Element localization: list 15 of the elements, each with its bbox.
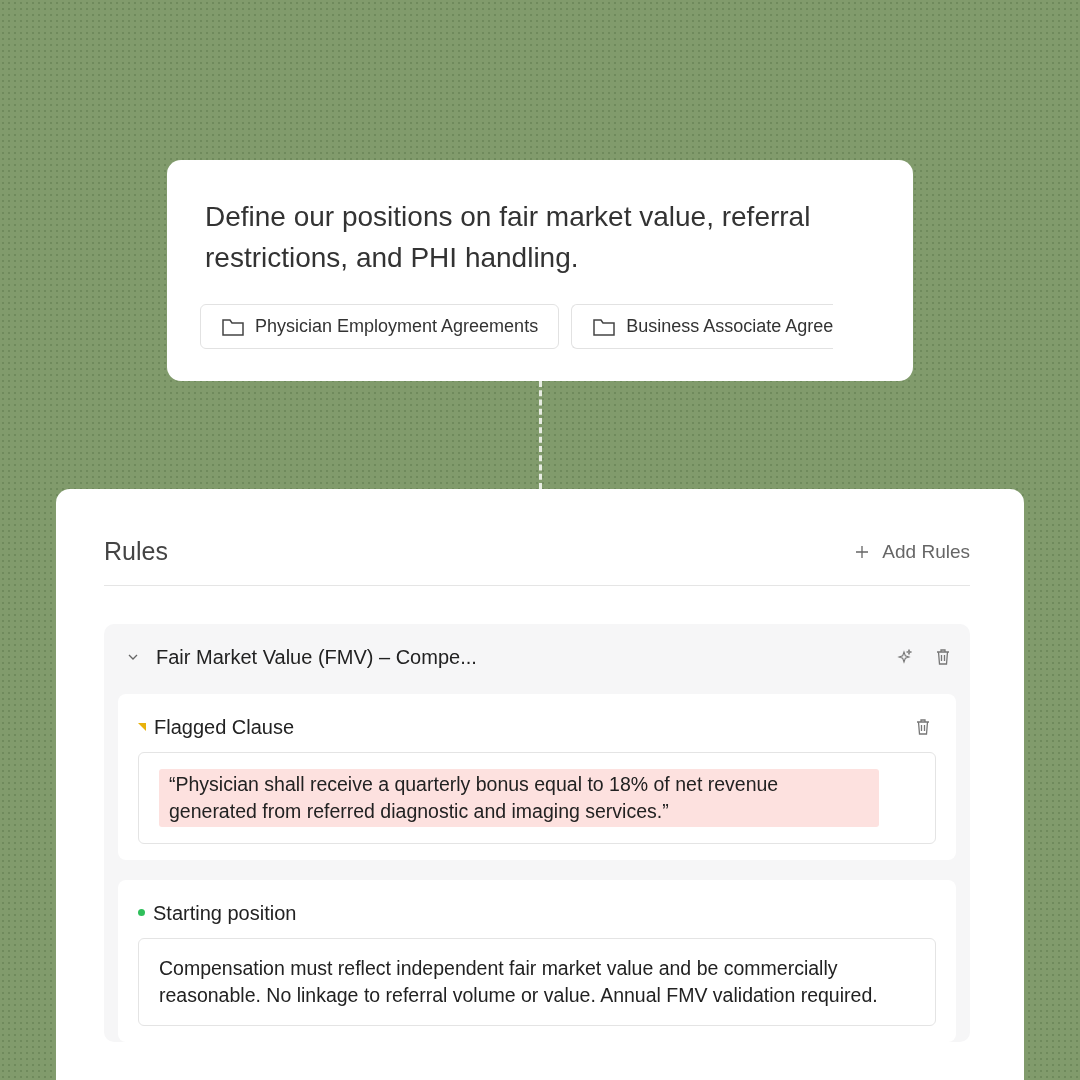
section-title: Starting position (153, 900, 298, 926)
highlighted-clause: “Physician shall receive a quarterly bonus equal to 18% of net revenue generated from referred diagnostic and imaging services.” (159, 768, 879, 827)
position-text-box[interactable]: Compensation must reflect independent fair market value and be commercially reasonable. No linkage to referral volume or value. Annual FMV validation required. (138, 937, 936, 1026)
section-title: Flagged Clause (154, 714, 296, 740)
prompt-text: Define our positions on fair market value, referral restrictions, and PHI handling. (205, 200, 812, 275)
panel-title: Rules (104, 536, 168, 567)
folder-icon (221, 316, 245, 337)
folder-chip[interactable]: Business Associate Agree (571, 304, 834, 349)
plus-icon (856, 545, 869, 558)
folder-icon (592, 316, 617, 337)
folder-chip[interactable]: Physician Employment Agreements (200, 304, 560, 349)
trash-icon (916, 718, 930, 735)
trash-icon (936, 648, 950, 665)
rule-title: Fair Market Value (FMV) – Compe... (156, 644, 478, 670)
add-rules-button[interactable]: Add Rules (856, 537, 970, 566)
